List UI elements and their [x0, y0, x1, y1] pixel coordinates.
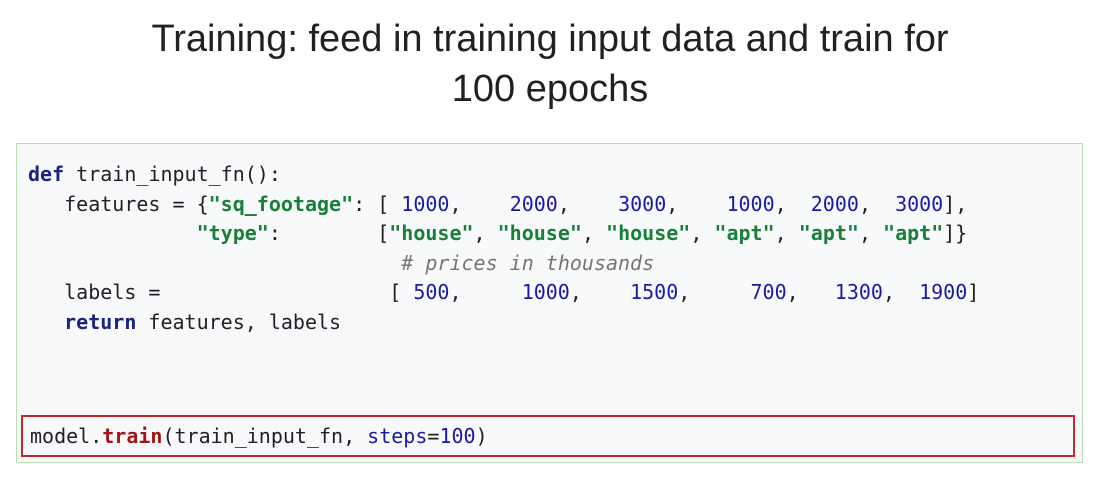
type-value: "house"	[389, 221, 474, 245]
code-block: def train_input_fn(): features = {"sq_fo…	[16, 143, 1083, 463]
slide-title: Training: feed in training input data an…	[0, 14, 1100, 114]
key-type: "type"	[196, 221, 269, 245]
features-colon: : [	[353, 191, 402, 216]
code-line-comment: # prices in thousands	[28, 249, 979, 279]
code-line-features: features = {"sq_footage": [ 1000, 2000, …	[28, 191, 968, 216]
code-comment: # prices in thousands	[401, 250, 655, 275]
return-values: features, labels	[136, 309, 342, 334]
label-value: 700	[750, 280, 787, 304]
function-signature: train_input_fn():	[64, 162, 281, 186]
sq-footage-value: 1000	[401, 191, 450, 216]
labels-assign: labels = [	[28, 280, 414, 304]
label-value: 1300	[834, 280, 883, 304]
type-value: "house"	[606, 221, 691, 245]
label-value: 1000	[521, 280, 570, 304]
sq-footage-value: 2000	[509, 191, 558, 216]
model-object: model.	[30, 424, 103, 448]
sq-footage-value: 2000	[810, 191, 859, 216]
steps-param: steps	[367, 424, 428, 448]
train-close: )	[475, 424, 488, 448]
labels-close: ]	[967, 280, 980, 304]
slide-title-line-2: 100 epochs	[451, 68, 649, 110]
label-value: 500	[413, 280, 450, 304]
train-args: (train_input_fn,	[162, 424, 368, 448]
features-assign: features = {	[28, 191, 209, 216]
steps-equals: =	[427, 424, 440, 448]
type-indent	[28, 221, 197, 245]
type-colon: : [	[268, 221, 390, 245]
type-value: "apt"	[883, 221, 944, 245]
highlighted-train-call: model.train(train_input_fn, steps=100)	[21, 415, 1075, 457]
type-value: "house"	[497, 221, 582, 245]
keyword-return: return	[64, 309, 137, 334]
features-close: ],	[943, 191, 968, 216]
train-method: train	[102, 424, 163, 448]
sq-footage-value: 3000	[895, 191, 944, 216]
code-line-def: def train_input_fn():	[28, 160, 979, 190]
code-listing: def train_input_fn(): features = {"sq_fo…	[28, 160, 979, 337]
type-close: ]}	[943, 221, 968, 245]
code-line-type: "type": ["house", "house", "house", "apt…	[28, 219, 979, 249]
sq-footage-value: 1000	[726, 191, 775, 216]
type-value: "apt"	[714, 221, 775, 245]
steps-value: 100	[439, 424, 476, 448]
keyword-def: def	[28, 162, 65, 186]
key-sq-footage: "sq_footage"	[208, 191, 354, 216]
train-call-code: model.train(train_input_fn, steps=100)	[30, 422, 488, 451]
comment-indent	[28, 251, 401, 275]
type-value: "apt"	[798, 221, 859, 245]
sq-footage-value: 3000	[618, 191, 667, 216]
slide-title-line-1: Training: feed in training input data an…	[151, 18, 949, 60]
label-value: 1500	[630, 280, 679, 304]
label-value: 1900	[919, 280, 968, 304]
code-line-return: return features, labels	[28, 308, 979, 338]
code-line-labels: labels = [ 500, 1000, 1500, 700, 1300, 1…	[28, 280, 980, 304]
return-indent	[28, 310, 64, 334]
